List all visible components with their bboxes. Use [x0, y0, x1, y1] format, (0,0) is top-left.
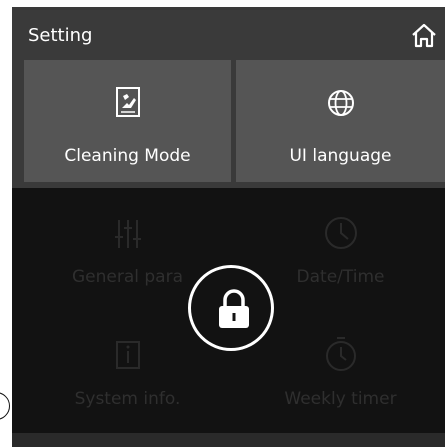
tile-label: Weekly timer	[284, 389, 397, 409]
edge-circle	[0, 392, 10, 420]
home-icon[interactable]	[409, 21, 439, 51]
clock-icon	[323, 215, 359, 256]
header: Setting	[12, 7, 445, 60]
tile-ui-language[interactable]: UI language	[236, 60, 445, 182]
tile-label: Cleaning Mode	[64, 146, 191, 166]
tile-label: System info.	[74, 389, 181, 409]
lock-icon	[219, 289, 249, 328]
cleaning-mode-icon	[115, 86, 141, 123]
page-title: Setting	[28, 25, 93, 46]
sliders-icon	[111, 217, 145, 256]
bottom-bar	[12, 433, 445, 447]
tile-cleaning-mode[interactable]: Cleaning Mode	[24, 60, 231, 182]
globe-icon	[326, 88, 356, 123]
settings-screen: Setting Cleaning Mode UI language Genera…	[12, 7, 445, 447]
lock-button[interactable]	[188, 265, 274, 351]
tile-label: UI language	[289, 146, 392, 166]
info-icon	[114, 339, 142, 376]
tile-label: Date/Time	[296, 267, 385, 287]
timer-icon	[324, 335, 358, 378]
